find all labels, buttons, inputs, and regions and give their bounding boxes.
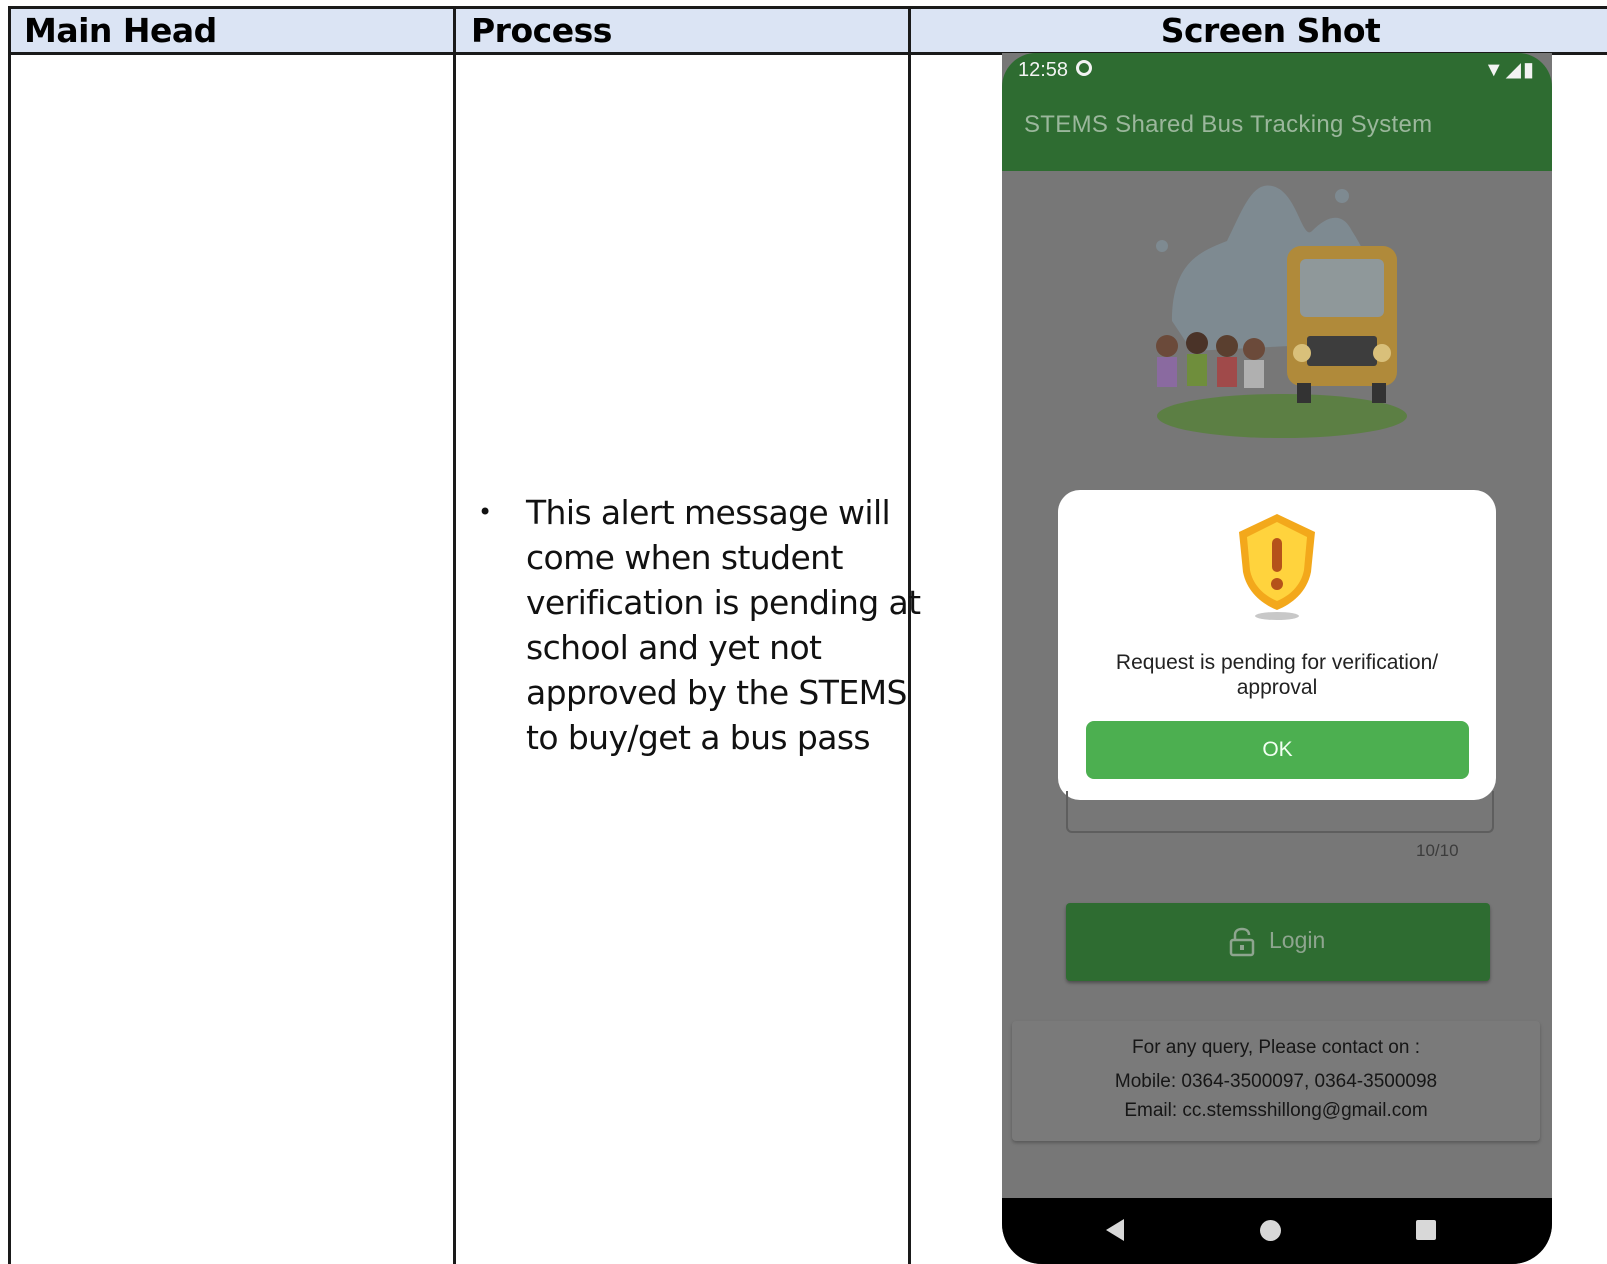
header-main-head: Main Head (24, 11, 217, 50)
recent-apps-icon[interactable] (1416, 1220, 1436, 1240)
app-title: STEMS Shared Bus Tracking System (1024, 111, 1433, 138)
lock-icon (1229, 927, 1255, 957)
dialog-message: Request is pending for verification/ app… (1115, 651, 1439, 699)
contact-card: For any query, Please contact on : Mobil… (1012, 1021, 1540, 1141)
login-label: Login (1269, 927, 1326, 953)
contact-heading: For any query, Please contact on : (1132, 1037, 1420, 1058)
phone-screenshot: 12:58 ▼◢▮ STEMS Shared Bus Tracking Syst… (1002, 53, 1552, 1264)
school-bus-illustration-icon (1156, 185, 1407, 438)
sync-status-icon (1076, 60, 1092, 76)
contact-email: Email: cc.stemsshillong@gmail.com (1124, 1100, 1428, 1121)
process-bullet: This alert message will come when studen… (478, 490, 928, 760)
android-nav-bar (1002, 1198, 1552, 1264)
column-divider-1 (453, 6, 456, 1264)
process-list: This alert message will come when studen… (478, 490, 928, 760)
input-field[interactable] (1066, 791, 1494, 833)
login-button[interactable]: Login (1066, 903, 1490, 981)
character-counter: 10/10 (1416, 841, 1459, 860)
back-icon[interactable] (1106, 1219, 1124, 1241)
column-border-left (8, 6, 11, 1264)
app-bar: 12:58 ▼◢▮ STEMS Shared Bus Tracking Syst… (1002, 53, 1552, 171)
alert-dialog: Request is pending for verification/ app… (1058, 490, 1496, 800)
warning-shield-icon (1239, 514, 1315, 620)
ok-button[interactable]: OK (1086, 721, 1469, 779)
table-border-top (8, 6, 1607, 9)
status-time: 12:58 (1018, 59, 1069, 81)
contact-mobile: Mobile: 0364-3500097, 0364-3500098 (1114, 1071, 1438, 1092)
home-icon[interactable] (1260, 1220, 1281, 1241)
header-process: Process (471, 11, 612, 50)
header-screen-shot: Screen Shot (1160, 11, 1381, 50)
network-battery-icon: ▼◢▮ (1483, 59, 1536, 81)
